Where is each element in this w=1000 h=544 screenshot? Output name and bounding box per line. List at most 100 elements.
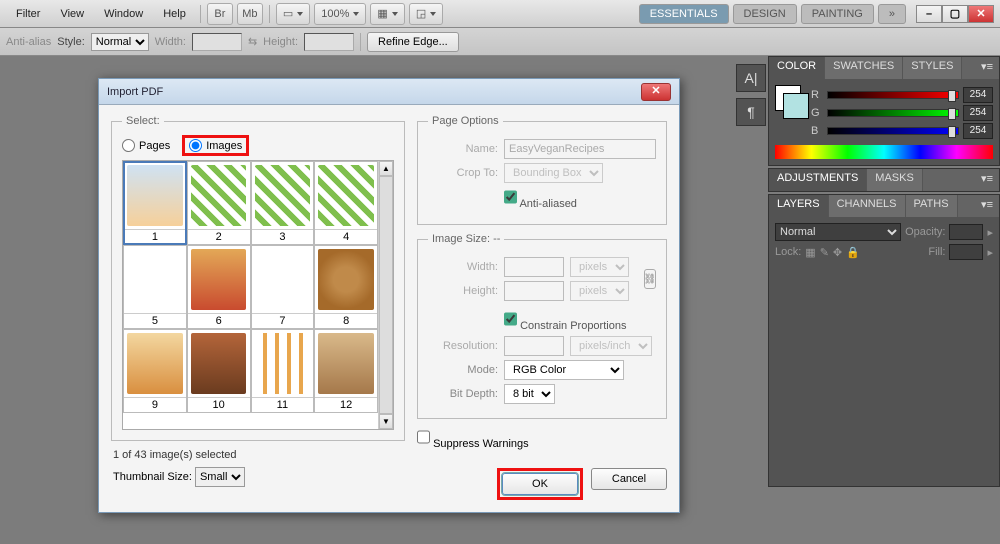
- opacity-input[interactable]: [949, 224, 983, 240]
- thumbnail-size-label: Thumbnail Size:: [113, 471, 192, 483]
- select-legend: Select:: [122, 115, 164, 127]
- height-input[interactable]: [304, 33, 354, 51]
- r-slider[interactable]: [827, 91, 959, 99]
- tab-styles[interactable]: STYLES: [903, 57, 962, 79]
- maximize-button[interactable]: ▢: [942, 5, 968, 23]
- b-slider[interactable]: [827, 127, 959, 135]
- antialiased-checkbox[interactable]: [504, 187, 517, 207]
- thumbnail-4[interactable]: 4: [314, 161, 378, 245]
- workspace-design[interactable]: DESIGN: [733, 4, 797, 24]
- refine-edge-button[interactable]: Refine Edge...: [367, 32, 459, 52]
- constrain-checkbox[interactable]: [504, 309, 517, 329]
- thumbnail-7[interactable]: 7: [251, 245, 315, 329]
- panel-menu-icon[interactable]: ▾≡: [975, 195, 999, 217]
- image-height-unit: pixels: [570, 281, 629, 301]
- panel-menu-icon[interactable]: ▾≡: [975, 169, 999, 191]
- scroll-thumb[interactable]: [379, 176, 393, 414]
- color-ramp[interactable]: [775, 145, 993, 159]
- crop-button[interactable]: ◲: [409, 3, 443, 25]
- b-label: B: [811, 125, 823, 137]
- scroll-up-icon[interactable]: ▲: [379, 161, 393, 176]
- lock-transparent-icon[interactable]: ▦: [805, 246, 815, 259]
- r-value[interactable]: 254: [963, 87, 993, 103]
- thumbnail-5[interactable]: 5: [123, 245, 187, 329]
- minibridge-button[interactable]: Mb: [237, 3, 263, 25]
- thumbnails-scrollbar[interactable]: ▲ ▼: [378, 161, 393, 429]
- blend-mode-dropdown[interactable]: Normal: [775, 223, 901, 241]
- workspace-painting[interactable]: PAINTING: [801, 4, 874, 24]
- color-panel: COLOR SWATCHES STYLES ▾≡ R254 G254 B254: [768, 56, 1000, 166]
- tab-color[interactable]: COLOR: [769, 57, 825, 79]
- menu-help[interactable]: Help: [153, 4, 196, 24]
- fill-input[interactable]: [949, 244, 983, 260]
- width-input[interactable]: [192, 33, 242, 51]
- mode-label: Mode:: [428, 364, 498, 376]
- menu-window[interactable]: Window: [94, 4, 153, 24]
- dialog-close-button[interactable]: ✕: [641, 83, 671, 101]
- thumbnail-9[interactable]: 9: [123, 329, 187, 413]
- images-radio[interactable]: [189, 139, 202, 152]
- thumbnail-3[interactable]: 3: [251, 161, 315, 245]
- swap-icon: ⇆: [248, 35, 257, 48]
- dialog-titlebar[interactable]: Import PDF ✕: [99, 79, 679, 105]
- tab-swatches[interactable]: SWATCHES: [825, 57, 903, 79]
- select-fieldset: Select: Pages Images 123456789101112 ▲ ▼: [111, 115, 405, 441]
- minimize-button[interactable]: –: [916, 5, 942, 23]
- bitdepth-dropdown[interactable]: 8 bit: [504, 384, 555, 404]
- suppress-checkbox[interactable]: [417, 427, 430, 447]
- thumbnail-10[interactable]: 10: [187, 329, 251, 413]
- tab-paths[interactable]: PATHS: [906, 195, 958, 217]
- cropto-label: Crop To:: [428, 167, 498, 179]
- tab-channels[interactable]: CHANNELS: [829, 195, 906, 217]
- thumbnail-11[interactable]: 11: [251, 329, 315, 413]
- pages-radio-label[interactable]: Pages: [122, 139, 170, 152]
- lock-pixels-icon[interactable]: ✎: [820, 246, 829, 259]
- cancel-button[interactable]: Cancel: [591, 468, 667, 490]
- suppress-checkbox-label[interactable]: Suppress Warnings: [417, 427, 529, 450]
- tab-layers[interactable]: LAYERS: [769, 195, 829, 217]
- ok-button[interactable]: OK: [502, 473, 578, 495]
- menu-filter[interactable]: Filter: [6, 4, 50, 24]
- g-value[interactable]: 254: [963, 105, 993, 121]
- thumbnail-label: 4: [315, 229, 377, 244]
- style-label: Style:: [57, 36, 85, 48]
- workspace-essentials[interactable]: ESSENTIALS: [639, 4, 729, 24]
- import-pdf-dialog: Import PDF ✕ Select: Pages Images 123456…: [98, 78, 680, 513]
- image-width-input: [504, 257, 564, 277]
- background-swatch[interactable]: [783, 93, 809, 119]
- thumbnail-1[interactable]: 1: [123, 161, 187, 245]
- name-label: Name:: [428, 143, 498, 155]
- thumbnail-2[interactable]: 2: [187, 161, 251, 245]
- close-button[interactable]: ✕: [968, 5, 994, 23]
- thumbnail-8[interactable]: 8: [314, 245, 378, 329]
- constrain-checkbox-label[interactable]: Constrain Proportions: [504, 309, 626, 332]
- thumbnail-label: 11: [252, 397, 314, 412]
- style-dropdown[interactable]: Normal: [91, 33, 149, 51]
- thumbnail-6[interactable]: 6: [187, 245, 251, 329]
- adjustments-panel: ADJUSTMENTS MASKS ▾≡: [768, 168, 1000, 192]
- pages-radio[interactable]: [122, 139, 135, 152]
- thumbnail-12[interactable]: 12: [314, 329, 378, 413]
- screen-mode-button[interactable]: ▭: [276, 3, 310, 25]
- separator: [360, 33, 361, 51]
- scroll-down-icon[interactable]: ▼: [379, 414, 393, 429]
- menu-view[interactable]: View: [50, 4, 94, 24]
- images-radio-label[interactable]: Images: [189, 139, 242, 152]
- lock-position-icon[interactable]: ✥: [833, 246, 842, 259]
- workspace-more[interactable]: »: [878, 4, 906, 24]
- antialiased-checkbox-label[interactable]: Anti-aliased: [504, 187, 577, 210]
- b-value[interactable]: 254: [963, 123, 993, 139]
- tab-adjustments[interactable]: ADJUSTMENTS: [769, 169, 867, 191]
- zoom-level-dropdown[interactable]: 100%: [314, 3, 366, 25]
- lock-all-icon[interactable]: 🔒: [846, 246, 860, 259]
- arrange-button[interactable]: ▦: [370, 3, 404, 25]
- bridge-button[interactable]: Br: [207, 3, 233, 25]
- g-slider[interactable]: [827, 109, 959, 117]
- paragraph-panel-icon[interactable]: ¶: [736, 98, 766, 126]
- mode-dropdown[interactable]: RGB Color: [504, 360, 624, 380]
- panel-menu-icon[interactable]: ▾≡: [975, 57, 999, 79]
- tab-masks[interactable]: MASKS: [867, 169, 923, 191]
- thumbnail-size-dropdown[interactable]: Small: [195, 467, 245, 487]
- link-dimensions-icon[interactable]: ⛓: [644, 269, 656, 289]
- character-panel-icon[interactable]: A|: [736, 64, 766, 92]
